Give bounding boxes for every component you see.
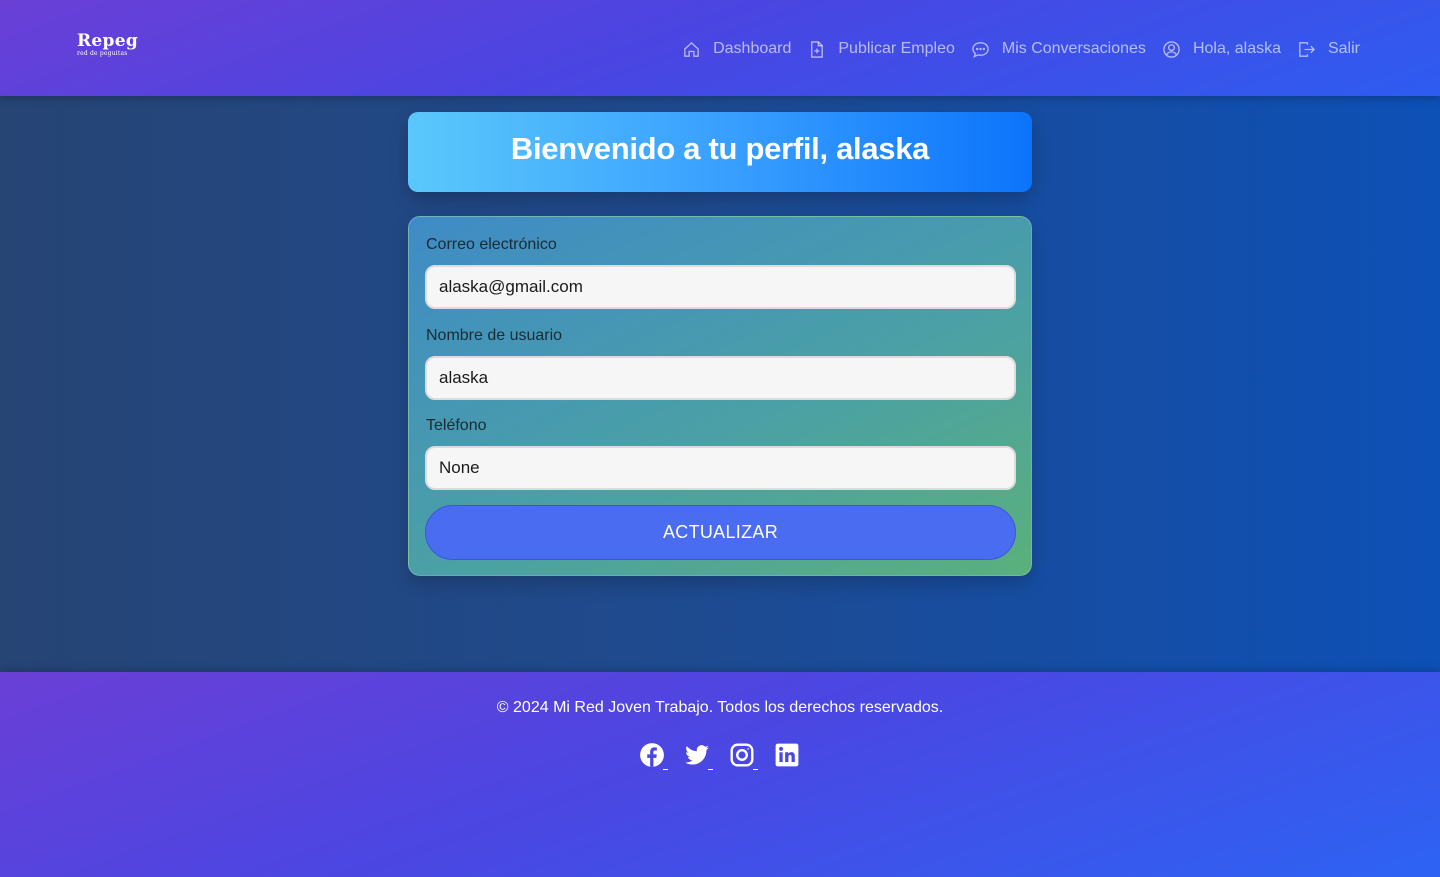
twitter-link[interactable] — [684, 742, 713, 770]
brand-name: Repeg — [77, 31, 139, 51]
footer: © 2024 Mi Red Joven Trabajo. Todos los d… — [0, 672, 1440, 877]
welcome-banner: Bienvenido a tu perfil, alaska — [408, 112, 1032, 192]
phone-label: Teléfono — [426, 417, 487, 434]
logout-icon — [1299, 41, 1316, 57]
facebook-underline — [662, 769, 668, 770]
nav-greeting-label: Hola, alaska — [1192, 40, 1281, 57]
nav-dashboard-label: Dashboard — [713, 40, 792, 57]
nav-profile[interactable]: Hola, alaska — [1162, 40, 1281, 59]
nav-dashboard[interactable]: Dashboard — [682, 40, 791, 59]
username-label: Nombre de usuario — [426, 327, 563, 344]
email-field[interactable] — [425, 265, 1016, 309]
twitter-icon — [684, 745, 709, 765]
home-icon — [684, 41, 699, 57]
copyright-text: © 2024 Mi Red Joven Trabajo. Todos los d… — [496, 699, 944, 716]
username-field[interactable] — [425, 356, 1016, 400]
top-navbar: Repeg red de peguitas Dashboard Publicar… — [0, 0, 1440, 96]
facebook-icon — [639, 743, 664, 767]
nav-conversations-label: Mis Conversaciones — [1001, 40, 1146, 57]
chat-dots-icon — [972, 41, 989, 58]
update-button[interactable]: ACTUALIZAR — [425, 505, 1016, 560]
nav-logout[interactable]: Salir — [1297, 40, 1360, 59]
nav-post-job-label: Publicar Empleo — [838, 40, 955, 57]
brand-logo[interactable]: Repeg red de peguitas — [77, 32, 138, 57]
main-nav: Dashboard Publicar Empleo Mis Conversaci… — [682, 36, 1360, 62]
instagram-underline — [752, 769, 758, 770]
linkedin-link[interactable] — [774, 742, 802, 770]
nav-conversations[interactable]: Mis Conversaciones — [971, 40, 1146, 59]
email-label: Correo electrónico — [426, 236, 557, 253]
linkedin-icon — [775, 743, 798, 767]
file-plus-icon — [811, 40, 824, 58]
facebook-link[interactable] — [639, 742, 668, 770]
nav-post-job[interactable]: Publicar Empleo — [807, 40, 955, 59]
phone-field[interactable] — [425, 446, 1016, 490]
user-circle-icon — [1163, 40, 1180, 58]
instagram-icon — [730, 743, 753, 767]
nav-logout-label: Salir — [1327, 40, 1360, 57]
brand-tagline: red de peguitas — [77, 50, 128, 57]
twitter-underline — [707, 769, 713, 770]
page-title: Bienvenido a tu perfil, alaska — [510, 131, 930, 166]
instagram-link[interactable] — [729, 742, 758, 770]
profile-form: Correo electrónico Nombre de usuario Tel… — [408, 216, 1032, 576]
social-links — [0, 742, 1440, 770]
